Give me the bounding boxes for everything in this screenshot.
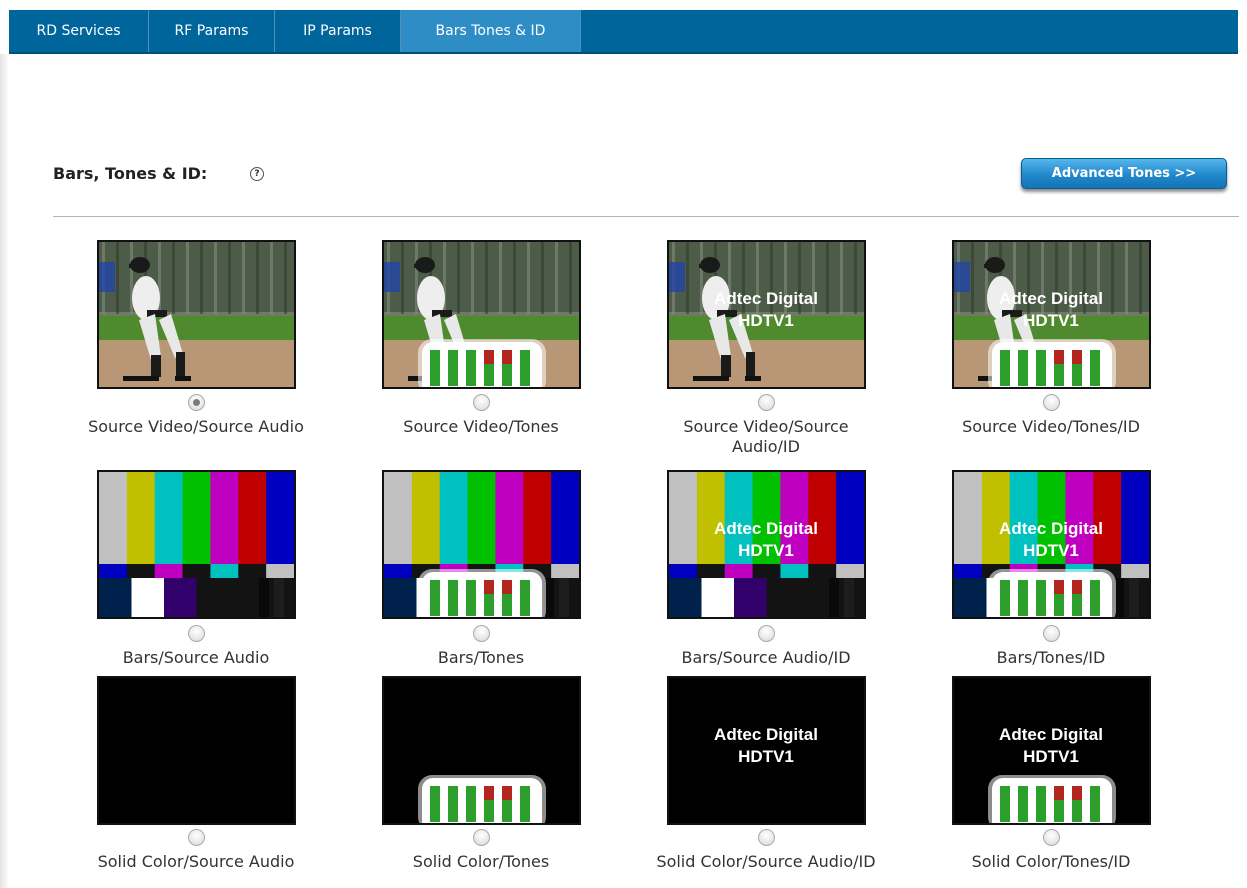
pattern-radio[interactable] bbox=[758, 625, 775, 642]
pattern-label: Bars/Tones bbox=[437, 648, 525, 667]
pattern-radio[interactable] bbox=[1043, 394, 1060, 411]
pattern-label: Source Video/Source Audio bbox=[88, 417, 304, 436]
tab-ip-params[interactable]: IP Params bbox=[275, 10, 401, 52]
pattern-label: Source Video/Tones/ID bbox=[962, 417, 1140, 436]
help-circle-icon[interactable]: ? bbox=[250, 167, 264, 181]
pattern-label: Bars/Source Audio bbox=[122, 648, 270, 667]
pattern-thumbnail[interactable]: Adtec Digital HDTV1 bbox=[667, 676, 866, 825]
pattern-label: Solid Color/Source Audio/ID bbox=[656, 852, 876, 871]
pattern-radio[interactable] bbox=[188, 625, 205, 642]
pattern-label: Source Video/Source Audio/ID bbox=[683, 417, 849, 456]
section-title: Bars, Tones & ID: bbox=[53, 164, 208, 183]
id-overlay-line2: HDTV1 bbox=[1023, 541, 1079, 560]
id-overlay-line1: Adtec Digital bbox=[714, 725, 818, 744]
pattern-radio[interactable] bbox=[473, 394, 490, 411]
tab-rd-services[interactable]: RD Services bbox=[9, 10, 149, 52]
pattern-radio[interactable] bbox=[473, 625, 490, 642]
tab-bars-tones-id[interactable]: Bars Tones & ID bbox=[401, 10, 581, 52]
id-overlay-line1: Adtec Digital bbox=[714, 519, 818, 538]
id-overlay-line1: Adtec Digital bbox=[999, 725, 1103, 744]
pattern-radio[interactable] bbox=[188, 829, 205, 846]
pattern-label: Solid Color/Source Audio bbox=[97, 852, 295, 871]
pattern-radio[interactable] bbox=[1043, 829, 1060, 846]
tab-bar: RD Services RF Params IP Params Bars Ton… bbox=[9, 10, 1238, 54]
pattern-label: Bars/Source Audio/ID bbox=[681, 648, 851, 667]
id-overlay-line1: Adtec Digital bbox=[999, 289, 1103, 308]
left-edge-shadow bbox=[0, 54, 9, 888]
id-overlay-line1: Adtec Digital bbox=[714, 289, 818, 308]
advanced-tones-button[interactable]: Advanced Tones >> bbox=[1021, 158, 1227, 189]
pattern-label: Solid Color/Tones/ID bbox=[971, 852, 1131, 871]
pattern-thumbnail[interactable] bbox=[382, 240, 581, 389]
id-overlay-line2: HDTV1 bbox=[738, 541, 794, 560]
pattern-label: Source Video/Tones bbox=[403, 417, 559, 436]
pattern-thumbnail[interactable]: Adtec Digital HDTV1 bbox=[952, 240, 1151, 389]
id-overlay-line2: HDTV1 bbox=[1023, 747, 1079, 766]
id-overlay-line2: HDTV1 bbox=[1023, 311, 1079, 330]
pattern-thumbnail[interactable]: Adtec Digital HDTV1 bbox=[952, 470, 1151, 619]
pattern-thumbnail[interactable] bbox=[382, 470, 581, 619]
pattern-thumbnail[interactable]: Adtec Digital HDTV1 bbox=[667, 240, 866, 389]
id-overlay-line2: HDTV1 bbox=[738, 311, 794, 330]
pattern-label: Bars/Tones/ID bbox=[996, 648, 1106, 667]
pattern-radio[interactable] bbox=[758, 829, 775, 846]
id-overlay-line1: Adtec Digital bbox=[999, 519, 1103, 538]
pattern-label: Solid Color/Tones bbox=[412, 852, 550, 871]
pattern-thumbnail[interactable] bbox=[97, 240, 296, 389]
pattern-thumbnail[interactable] bbox=[382, 676, 581, 825]
pattern-radio[interactable] bbox=[188, 394, 205, 411]
pattern-radio[interactable] bbox=[473, 829, 490, 846]
pattern-radio[interactable] bbox=[1043, 625, 1060, 642]
id-overlay-line2: HDTV1 bbox=[738, 747, 794, 766]
pattern-thumbnail[interactable]: Adtec Digital HDTV1 bbox=[667, 470, 866, 619]
pattern-thumbnail[interactable]: Adtec Digital HDTV1 bbox=[952, 676, 1151, 825]
section-divider bbox=[53, 216, 1239, 217]
pattern-thumbnail[interactable] bbox=[97, 676, 296, 825]
tab-rf-params[interactable]: RF Params bbox=[149, 10, 275, 52]
pattern-radio[interactable] bbox=[758, 394, 775, 411]
pattern-thumbnail[interactable] bbox=[97, 470, 296, 619]
